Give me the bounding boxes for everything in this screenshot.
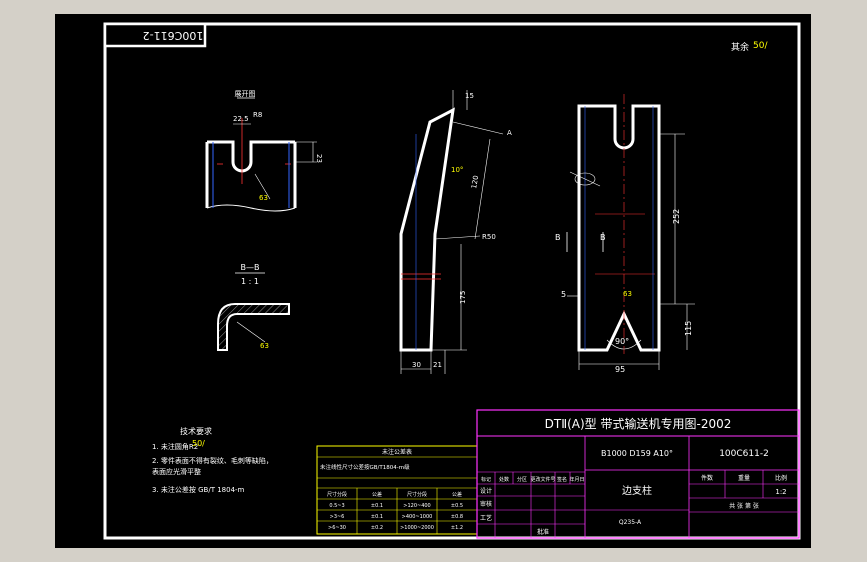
section-scale: 1 : 1: [241, 277, 259, 286]
process-label: 工艺: [480, 514, 492, 522]
tolerance-table: 未注公差表 未注线性尺寸公差按GB/T1804-m级 尺寸分段 公差 尺寸分段 …: [316, 445, 478, 535]
dim-datum-a: A: [507, 129, 512, 137]
surface-note-label: 其余: [731, 41, 749, 53]
section-marker-left: B: [555, 233, 561, 242]
design-label: 设计: [480, 487, 492, 495]
dim-slot-radius: R8: [253, 111, 262, 119]
dim-lower-length: 175: [459, 291, 467, 304]
tol-r0-c3: ±0.5: [451, 503, 463, 509]
weld-note-3: 63: [623, 290, 632, 298]
dim-bottom-height: 115: [684, 321, 693, 336]
tol-r2-c3: ±1.2: [451, 525, 463, 531]
tol-r1-c2: >400~1000: [402, 514, 433, 520]
dim-arm-length: 120: [470, 175, 480, 190]
surface-note-value: 50/: [753, 41, 768, 51]
tech-req-line-3: 表面应光滑平整: [152, 467, 201, 476]
tol-r2-c0: >6~30: [328, 525, 346, 531]
dim-total-width: 95: [615, 365, 625, 374]
dim-bend-radius: R50: [482, 233, 496, 241]
tol-title: 未注公差表: [382, 448, 412, 456]
dim-side-height: 252: [672, 209, 681, 224]
tol-r1-c3: ±0.8: [451, 514, 463, 520]
mark-h0: 标记: [481, 476, 491, 483]
mark-h2: 分区: [517, 476, 527, 483]
tol-header-1: 公差: [372, 491, 382, 498]
tol-r0-c0: 0.5~3: [329, 503, 344, 509]
title-spec: B1000 D159 A10°: [601, 449, 673, 458]
qty-label: 件数: [701, 474, 713, 482]
mark-h1: 处数: [499, 476, 509, 483]
mark-h3: 更改文件号: [530, 476, 555, 483]
scale-value: 1:2: [775, 488, 786, 496]
tech-req-title: 技术要求: [180, 426, 212, 436]
side-view: 15 A 120 10° R50 175 30 21: [399, 90, 512, 374]
section-view: B—B 1 : 1 63: [217, 263, 290, 351]
tol-r1-c1: ±0.1: [371, 514, 383, 520]
title-main: DTⅡ(A)型 带式输送机专用图-2002: [545, 416, 732, 431]
weld-note-1: 63: [259, 194, 268, 202]
tech-requirements: 技术要求 1. 未注圆角R2 50/ 2. 零件表面不得有裂纹、毛刺等缺陷， 表…: [152, 426, 273, 494]
tol-note: 未注线性尺寸公差按GB/T1804-m级: [320, 463, 410, 471]
mark-h4: 签名: [557, 476, 567, 483]
tol-header-3: 公差: [452, 491, 462, 498]
tol-r0-c2: >120~400: [403, 503, 430, 509]
material: Q235-A: [619, 519, 642, 526]
title-block: DTⅡ(A)型 带式输送机专用图-2002 B1000 D159 A10° 10…: [476, 409, 800, 539]
section-label: B—B: [241, 263, 260, 272]
tech-req-line-2: 2. 零件表面不得有裂纹、毛刺等缺陷，: [152, 456, 273, 465]
tol-r2-c2: >1000~2000: [400, 525, 434, 531]
dim-thickness: 15: [465, 92, 474, 100]
part-name: 边支柱: [622, 484, 652, 497]
weight-label: 重量: [738, 474, 750, 482]
dim-angle: 90°: [615, 337, 629, 346]
engineering-drawing: 100C611-2 其余 50/ 展开图 22.5 R8 23 63 B—B 1…: [103, 22, 801, 540]
tol-r0-c1: ±0.1: [371, 503, 383, 509]
tol-r1-c0: >3~6: [330, 514, 345, 520]
tol-header-0: 尺寸分段: [327, 491, 347, 498]
mark-h5: 年月日: [569, 476, 584, 483]
tech-req-surface: 50/: [192, 439, 205, 448]
weld-note-2: 63: [260, 342, 269, 350]
title-drawing-no: 100C611-2: [719, 449, 769, 459]
corner-number-box: 100C611-2: [103, 22, 207, 48]
tech-req-line-4: 3. 未注公差按 GB/T 1804-m: [152, 485, 245, 494]
check-label: 审核: [480, 500, 492, 508]
dim-base-offset: 21: [433, 361, 442, 369]
tol-header-2: 尺寸分段: [407, 491, 427, 498]
front-view: B B 252 115 95 5 90° 63: [555, 94, 695, 374]
cad-viewport[interactable]: 100C611-2 其余 50/ 展开图 22.5 R8 23 63 B—B 1…: [55, 14, 811, 548]
corner-drawing-number: 100C611-2: [143, 29, 204, 42]
approve-label: 批准: [537, 528, 549, 536]
dim-slot-width: 22.5: [233, 115, 249, 123]
top-view-label: 展开图: [235, 90, 256, 98]
dim-angle-arm: 10°: [451, 166, 463, 174]
tol-r2-c1: ±0.2: [371, 525, 383, 531]
top-view: 展开图 22.5 R8 23 63: [205, 90, 323, 212]
scale-label: 比例: [775, 474, 787, 482]
dim-small: 5: [561, 290, 566, 299]
dim-slot-depth: 23: [315, 154, 323, 163]
sheet-label: 共 张 第 张: [729, 502, 759, 510]
dim-base-width: 30: [412, 361, 421, 369]
